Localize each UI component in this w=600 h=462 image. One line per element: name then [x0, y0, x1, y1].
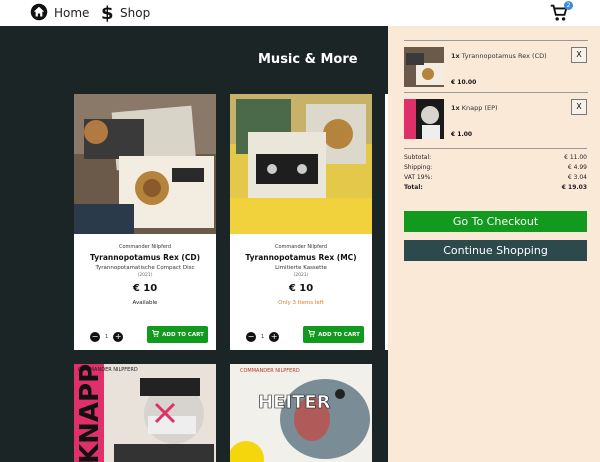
- quantity-stepper: − 1 +: [246, 332, 280, 342]
- top-nav-bar: Home $ Shop 2: [0, 0, 600, 26]
- product-image[interactable]: [230, 94, 372, 234]
- product-artist: Commander Nilpferd: [274, 244, 328, 250]
- cart-item-title: Tyrannopotamus Rex (CD): [461, 52, 547, 60]
- quantity-value: 1: [261, 334, 265, 340]
- cover-title-text: KNAPP: [75, 364, 105, 462]
- shipping-label: Shipping:: [404, 164, 433, 171]
- shipping-value: € 4.99: [567, 164, 587, 171]
- total-row: Total: € 19.03: [404, 184, 587, 194]
- increase-quantity-button[interactable]: +: [269, 332, 280, 342]
- nav-shop-label: Shop: [120, 6, 151, 20]
- home-icon: [30, 3, 48, 24]
- product-card: COMMANDER NILPFERD HEITER: [230, 364, 372, 462]
- cart-item-title: Knapp (EP): [461, 104, 498, 112]
- cart-count-badge: 2: [564, 1, 573, 10]
- product-description: Limitierte Kassette: [275, 265, 327, 271]
- cart-item-name: 1x Tyrannopotamus Rex (CD): [451, 52, 547, 60]
- vat-value: € 3.04: [567, 174, 587, 181]
- total-value: € 19.03: [561, 184, 587, 191]
- decrease-quantity-button[interactable]: −: [246, 332, 256, 342]
- cart-plus-icon: [151, 329, 160, 340]
- quantity-stepper: − 1 +: [90, 332, 124, 342]
- nav-home-link[interactable]: Home: [30, 3, 89, 23]
- product-card: COMMANDER NILPFERD KNAPP: [74, 364, 216, 462]
- cart-item: 1x Knapp (EP) € 1.00 X: [404, 92, 588, 145]
- cart-item-price: € 1.00: [451, 131, 473, 138]
- subtotal-value: € 11.00: [564, 154, 587, 161]
- cart-item-name: 1x Knapp (EP): [451, 104, 498, 112]
- cart-plus-icon: [307, 329, 316, 340]
- dollar-icon: $: [100, 2, 114, 25]
- cart-panel: 1x Tyrannopotamus Rex (CD) € 10.00 X 1x …: [388, 26, 600, 462]
- subtotal-label: Subtotal:: [404, 154, 432, 161]
- subtotal-row: Subtotal: € 11.00: [404, 154, 587, 164]
- vat-row: VAT 19%: € 3.04: [404, 174, 587, 184]
- nav-shop-link[interactable]: $ Shop: [100, 2, 151, 25]
- product-name: Tyrannopotamus Rex (CD): [90, 253, 200, 262]
- product-stock-status: Only 3 Items left: [278, 300, 324, 306]
- cart-item-qty: 1x: [451, 104, 460, 112]
- quantity-value: 1: [105, 334, 109, 340]
- add-to-cart-button[interactable]: ADD TO CART: [303, 326, 364, 343]
- product-image[interactable]: COMMANDER NILPFERD HEITER: [230, 364, 372, 462]
- cart-button[interactable]: 2: [548, 1, 573, 24]
- cart-item: 1x Tyrannopotamus Rex (CD) € 10.00 X: [404, 40, 588, 93]
- cart-item-qty: 1x: [451, 52, 460, 60]
- increase-quantity-button[interactable]: +: [113, 332, 124, 342]
- decrease-quantity-button[interactable]: −: [90, 332, 100, 342]
- product-year: (2021): [293, 273, 309, 278]
- checkout-button[interactable]: Go To Checkout: [404, 211, 587, 232]
- vat-label: VAT 19%:: [404, 174, 433, 181]
- svg-text:$: $: [101, 3, 114, 22]
- remove-item-button[interactable]: X: [571, 47, 587, 63]
- product-price: € 10: [132, 283, 158, 294]
- product-artist: Commander Nilpferd: [118, 244, 172, 250]
- cart-item-price: € 10.00: [451, 79, 477, 86]
- shipping-row: Shipping: € 4.99: [404, 164, 587, 174]
- product-price: € 10: [288, 283, 314, 294]
- total-label: Total:: [404, 184, 423, 191]
- cart-item-thumbnail: [404, 99, 444, 139]
- product-area: Music & More Commander Nilpferd Tyrannop…: [0, 26, 388, 462]
- nav-home-label: Home: [54, 6, 90, 20]
- product-card: Commander Nilpferd Tyrannopotamus Rex (C…: [74, 94, 216, 350]
- add-to-cart-button[interactable]: ADD TO CART: [147, 326, 208, 343]
- product-name: Tyrannopotamus Rex (MC): [245, 253, 357, 262]
- add-to-cart-label: ADD TO CART: [162, 331, 204, 338]
- product-card: Commander Nilpferd Tyrannopotamus Rex (M…: [230, 94, 372, 350]
- remove-item-button[interactable]: X: [571, 99, 587, 115]
- section-title: Music & More: [258, 52, 358, 67]
- product-stock-status: Available: [132, 300, 158, 306]
- product-image[interactable]: COMMANDER NILPFERD KNAPP: [74, 364, 216, 462]
- cover-artist-text: COMMANDER NILPFERD: [240, 368, 300, 374]
- add-to-cart-label: ADD TO CART: [318, 331, 360, 338]
- cart-totals: Subtotal: € 11.00 Shipping: € 4.99 VAT 19%…: [404, 148, 587, 194]
- cover-title-text: HEITER: [258, 392, 331, 413]
- product-image[interactable]: [74, 94, 216, 234]
- product-year: (2021): [137, 273, 153, 278]
- product-description: Tyrannopotamatische Compact Disc: [95, 265, 195, 271]
- cart-item-thumbnail: [404, 47, 444, 87]
- continue-shopping-button[interactable]: Continue Shopping: [404, 240, 587, 261]
